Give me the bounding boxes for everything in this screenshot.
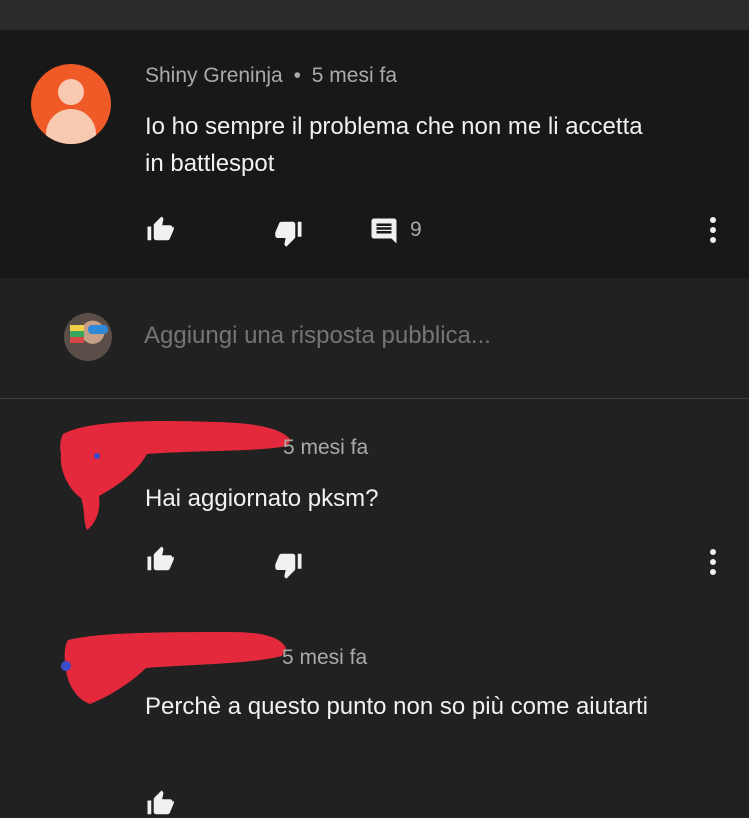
reply-2-thumb-up-icon[interactable] — [143, 788, 177, 818]
thumb-up-icon[interactable] — [143, 214, 177, 244]
reply-text-2: Perchè a questo punto non so più come ai… — [145, 693, 648, 720]
comment-time[interactable]: 5 mesi fa — [312, 64, 397, 87]
comment-author[interactable]: Shiny Greninja — [145, 64, 283, 87]
avatar-body-icon — [46, 109, 96, 144]
thumb-down-icon[interactable] — [272, 218, 306, 248]
avatar-head-icon — [58, 79, 84, 105]
comment-author-avatar[interactable] — [31, 64, 111, 144]
reply-more-vert-icon[interactable] — [702, 547, 724, 577]
reply-time-2[interactable]: 5 mesi fa — [282, 646, 367, 670]
glasses-icon — [88, 325, 108, 334]
more-vert-icon[interactable] — [702, 215, 724, 245]
reply-time[interactable]: 5 mesi fa — [283, 436, 368, 460]
flag-icon — [70, 325, 84, 343]
reply-thumb-down-icon[interactable] — [272, 550, 306, 580]
reply-thumb-up-icon[interactable] — [143, 544, 177, 574]
section-divider — [0, 398, 749, 399]
current-user-avatar — [64, 313, 112, 361]
reply-input[interactable] — [144, 322, 704, 350]
comment-text: Io ho sempre il problema che non me li a… — [145, 113, 643, 177]
comment-meta: Shiny Greninja • 5 mesi fa — [145, 64, 397, 88]
top-bar — [0, 0, 749, 30]
reply-text: Hai aggiornato pksm? — [145, 485, 379, 512]
comment-icon[interactable] — [369, 216, 399, 246]
reply-count[interactable]: 9 — [410, 218, 422, 242]
meta-separator: • — [293, 64, 301, 87]
